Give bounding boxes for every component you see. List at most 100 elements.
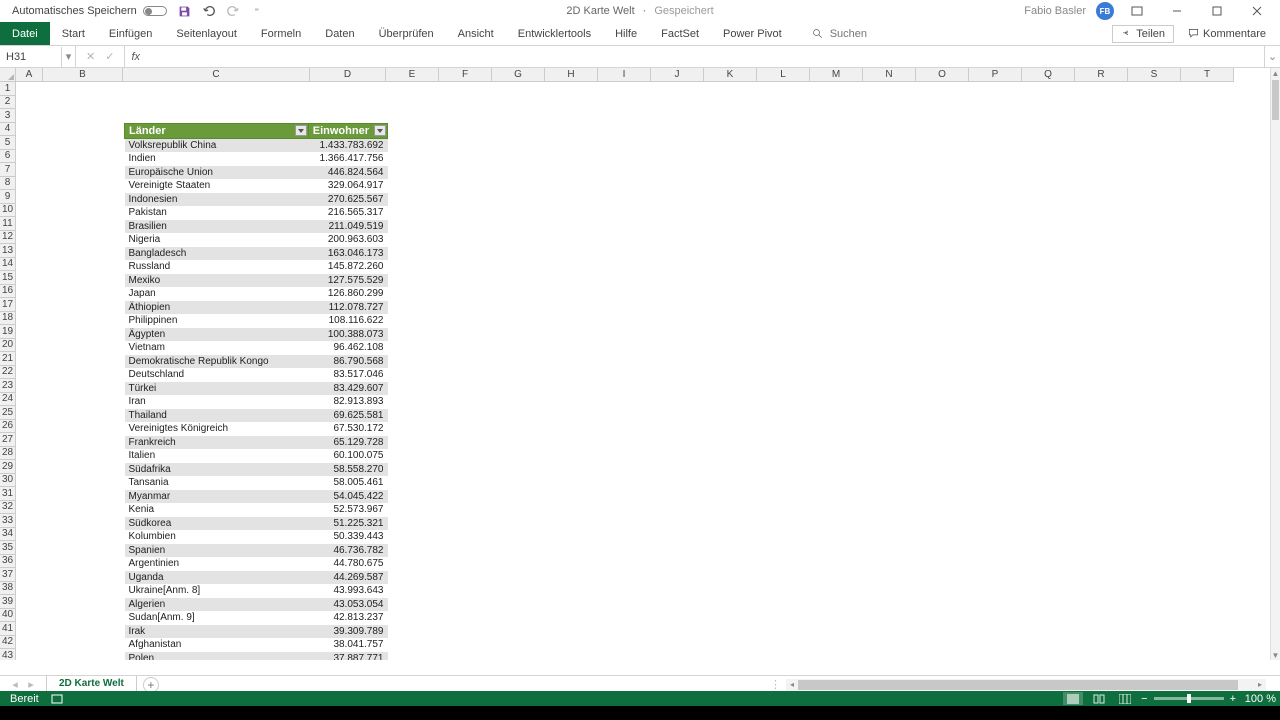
cell-country[interactable]: Südafrika	[125, 463, 309, 477]
view-normal-icon[interactable]	[1063, 692, 1083, 705]
cell-country[interactable]: Vereinigte Staaten	[125, 179, 309, 193]
cell-country[interactable]: Japan	[125, 287, 309, 301]
table-row[interactable]: Pakistan216.565.317	[125, 206, 388, 220]
col-header[interactable]: A	[16, 68, 43, 82]
col-header[interactable]: L	[757, 68, 810, 82]
table-row[interactable]: Uganda44.269.587	[125, 571, 388, 585]
cell-population[interactable]: 44.269.587	[308, 571, 387, 585]
table-row[interactable]: Sudan[Anm. 9]42.813.237	[125, 611, 388, 625]
cell-population[interactable]: 126.860.299	[308, 287, 387, 301]
horizontal-scrollbar[interactable]: ◂ ▸	[786, 679, 1266, 691]
row-header[interactable]: 21	[0, 352, 16, 366]
cell-country[interactable]: Volksrepublik China	[125, 139, 309, 153]
row-header[interactable]: 6	[0, 150, 16, 164]
row-header[interactable]: 27	[0, 433, 16, 447]
scroll-down-icon[interactable]: ▼	[1271, 650, 1280, 660]
cell-country[interactable]: Tansania	[125, 476, 309, 490]
ribbon-tab-daten[interactable]: Daten	[313, 22, 366, 45]
minimize-icon[interactable]	[1160, 0, 1194, 22]
cell-population[interactable]: 38.041.757	[308, 638, 387, 652]
cell-country[interactable]: Philippinen	[125, 314, 309, 328]
cell-country[interactable]: Brasilien	[125, 220, 309, 234]
row-header[interactable]: 4	[0, 123, 16, 137]
namebox-dropdown-icon[interactable]: ▾	[62, 46, 76, 67]
cell-country[interactable]: Vietnam	[125, 341, 309, 355]
view-pagelayout-icon[interactable]	[1089, 692, 1109, 705]
table-row[interactable]: Kolumbien50.339.443	[125, 530, 388, 544]
zoom-out-icon[interactable]: −	[1141, 693, 1147, 705]
sheet-prev-icon[interactable]: ◂	[8, 678, 22, 691]
redo-icon[interactable]	[225, 3, 241, 19]
cell-population[interactable]: 216.565.317	[308, 206, 387, 220]
cell-country[interactable]: Argentinien	[125, 557, 309, 571]
cell-population[interactable]: 329.064.917	[308, 179, 387, 193]
cell-country[interactable]: Demokratische Republik Kongo	[125, 355, 309, 369]
col-header[interactable]: B	[43, 68, 123, 82]
cell-country[interactable]: Sudan[Anm. 9]	[125, 611, 309, 625]
table-row[interactable]: Kenia52.573.967	[125, 503, 388, 517]
undo-icon[interactable]	[201, 3, 217, 19]
cell-country[interactable]: Kenia	[125, 503, 309, 517]
cell-population[interactable]: 39.309.789	[308, 625, 387, 639]
table-row[interactable]: Polen37.887.771	[125, 652, 388, 661]
table-row[interactable]: Äthiopien112.078.727	[125, 301, 388, 315]
col-header[interactable]: C	[123, 68, 310, 82]
table-row[interactable]: Philippinen108.116.622	[125, 314, 388, 328]
table-row[interactable]: Türkei83.429.607	[125, 382, 388, 396]
cell-population[interactable]: 54.045.422	[308, 490, 387, 504]
col-header[interactable]: E	[386, 68, 439, 82]
cell-country[interactable]: Pakistan	[125, 206, 309, 220]
row-header[interactable]: 8	[0, 177, 16, 191]
col-header[interactable]: S	[1128, 68, 1181, 82]
cell-country[interactable]: Mexiko	[125, 274, 309, 288]
table-row[interactable]: Deutschland83.517.046	[125, 368, 388, 382]
ribbon-tab-power pivot[interactable]: Power Pivot	[711, 22, 794, 45]
cell-population[interactable]: 42.813.237	[308, 611, 387, 625]
row-header[interactable]: 32	[0, 501, 16, 515]
cell-population[interactable]: 211.049.519	[308, 220, 387, 234]
row-header[interactable]: 16	[0, 285, 16, 299]
cell-population[interactable]: 69.625.581	[308, 409, 387, 423]
table-row[interactable]: Indonesien270.625.567	[125, 193, 388, 207]
cell-population[interactable]: 86.790.568	[308, 355, 387, 369]
table-row[interactable]: Frankreich65.129.728	[125, 436, 388, 450]
spreadsheet-grid[interactable]: ABCDEFGHIJKLMNOPQRST 1234567891011121314…	[0, 68, 1280, 660]
ribbon-tab-entwicklertools[interactable]: Entwicklertools	[506, 22, 603, 45]
cell-population[interactable]: 270.625.567	[308, 193, 387, 207]
zoom-handle[interactable]	[1187, 694, 1191, 703]
col-header[interactable]: O	[916, 68, 969, 82]
table-row[interactable]: Europäische Union446.824.564	[125, 166, 388, 180]
ribbon-tab-seitenlayout[interactable]: Seitenlayout	[164, 22, 249, 45]
col-header[interactable]: F	[439, 68, 492, 82]
cell-country[interactable]: Europäische Union	[125, 166, 309, 180]
col-header[interactable]: N	[863, 68, 916, 82]
cell-population[interactable]: 200.963.603	[308, 233, 387, 247]
table-row[interactable]: Vietnam96.462.108	[125, 341, 388, 355]
cell-population[interactable]: 108.116.622	[308, 314, 387, 328]
close-icon[interactable]	[1240, 0, 1274, 22]
cell-country[interactable]: Italien	[125, 449, 309, 463]
row-header[interactable]: 12	[0, 231, 16, 245]
cell-country[interactable]: Kolumbien	[125, 530, 309, 544]
cell-country[interactable]: Myanmar	[125, 490, 309, 504]
cell-population[interactable]: 52.573.967	[308, 503, 387, 517]
cell-country[interactable]: Ukraine[Anm. 8]	[125, 584, 309, 598]
row-header[interactable]: 15	[0, 271, 16, 285]
cell-country[interactable]: Algerien	[125, 598, 309, 612]
enter-formula-icon[interactable]: ✓	[105, 50, 114, 63]
scroll-up-icon[interactable]: ▲	[1271, 68, 1280, 78]
col-header[interactable]: D	[310, 68, 386, 82]
cell-country[interactable]: Indien	[125, 152, 309, 166]
sheet-next-icon[interactable]: ▸	[24, 678, 38, 691]
avatar[interactable]: FB	[1096, 2, 1114, 20]
cell-population[interactable]: 83.429.607	[308, 382, 387, 396]
row-header[interactable]: 26	[0, 420, 16, 434]
qat-dropdown-icon[interactable]: ⁼	[249, 3, 265, 19]
cell-population[interactable]: 44.780.675	[308, 557, 387, 571]
cell-country[interactable]: Frankreich	[125, 436, 309, 450]
cell-population[interactable]: 145.872.260	[308, 260, 387, 274]
cell-population[interactable]: 446.824.564	[308, 166, 387, 180]
table-row[interactable]: Irak39.309.789	[125, 625, 388, 639]
ribbon-mode-icon[interactable]	[1120, 0, 1154, 22]
row-header[interactable]: 17	[0, 298, 16, 312]
